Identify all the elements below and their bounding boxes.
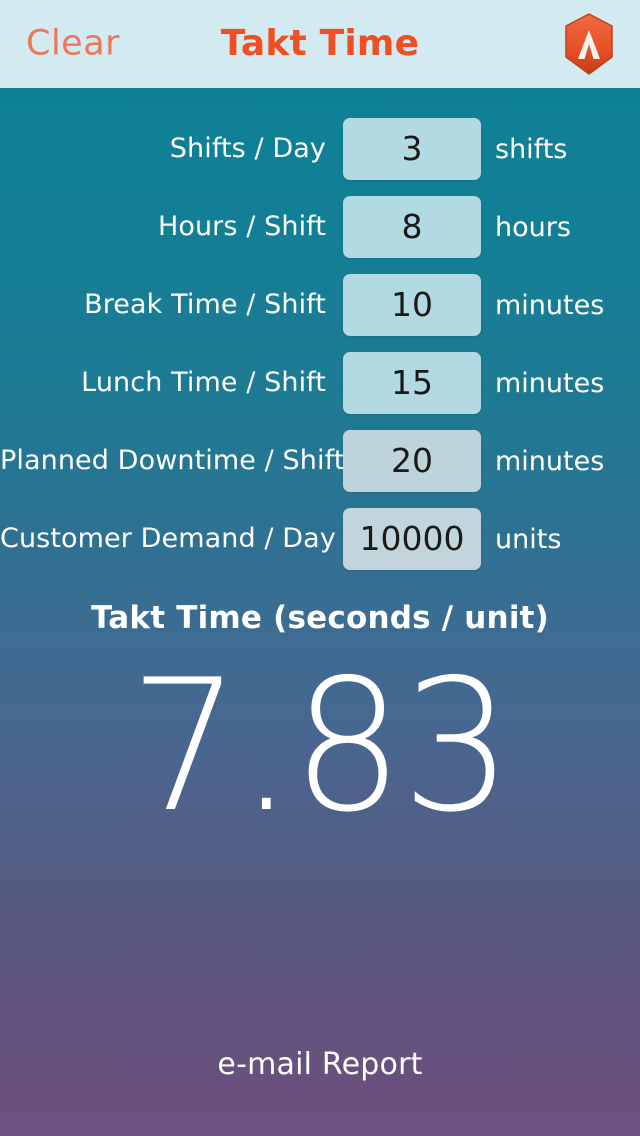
- email-report-button[interactable]: e-mail Report: [203, 1041, 436, 1088]
- input-break-time-per-shift[interactable]: [343, 274, 481, 336]
- app-footer: e-mail Report: [0, 1041, 640, 1136]
- label-shifts-per-day: Shifts / Day: [169, 133, 326, 165]
- unit-planned-downtime-per-shift: minutes: [495, 445, 605, 477]
- form-row-lunch-time-per-shift: Lunch Time / Shift minutes: [0, 344, 640, 422]
- unit-shifts-per-day: shifts: [495, 133, 568, 165]
- label-customer-demand-per-day: Customer Demand / Day: [0, 523, 336, 555]
- input-customer-demand-per-day[interactable]: [343, 508, 481, 570]
- app-header: Clear Takt Time: [0, 0, 640, 88]
- main-content: Shifts / Day shifts Hours / Shift hours …: [0, 88, 640, 1136]
- unit-hours-per-shift: hours: [495, 211, 571, 243]
- form-row-break-time-per-shift: Break Time / Shift minutes: [0, 266, 640, 344]
- input-planned-downtime-per-shift[interactable]: [343, 430, 481, 492]
- takt-time-app: Clear Takt Time Shifts / Day 3 shifts Ho…: [0, 0, 640, 1136]
- label-hours-per-shift: Hours / Shift: [157, 211, 326, 243]
- input-form: Shifts / Day shifts Hours / Shift hours …: [0, 88, 640, 578]
- label-planned-downtime-per-shift: Planned Downtime / Shift: [0, 445, 345, 477]
- input-lunch-time-per-shift[interactable]: [343, 352, 481, 414]
- label-break-time-per-shift: Break Time / Shift: [84, 289, 326, 321]
- page-title: Takt Time: [220, 23, 420, 64]
- hexagon-lambda-logo-icon[interactable]: [560, 13, 618, 75]
- form-row-hours-per-shift: Hours / Shift hours: [0, 188, 640, 266]
- form-row-customer-demand-per-day: Customer Demand / Day units: [0, 500, 640, 578]
- input-hours-per-shift[interactable]: [343, 196, 481, 258]
- unit-break-time-per-shift: minutes: [495, 289, 605, 321]
- form-row-planned-downtime-per-shift: Planned Downtime / Shift minutes: [0, 422, 640, 500]
- unit-customer-demand-per-day: units: [495, 523, 562, 555]
- result-caption: Takt Time (seconds / unit): [90, 600, 550, 636]
- label-lunch-time-per-shift: Lunch Time / Shift: [81, 367, 326, 399]
- result-value: 7.83: [129, 640, 512, 852]
- unit-lunch-time-per-shift: minutes: [495, 367, 605, 399]
- input-shifts-per-day[interactable]: [343, 118, 481, 180]
- result-section: Takt Time (seconds / unit) 7.83: [0, 600, 640, 840]
- form-row-shifts-per-day: Shifts / Day shifts: [0, 110, 640, 188]
